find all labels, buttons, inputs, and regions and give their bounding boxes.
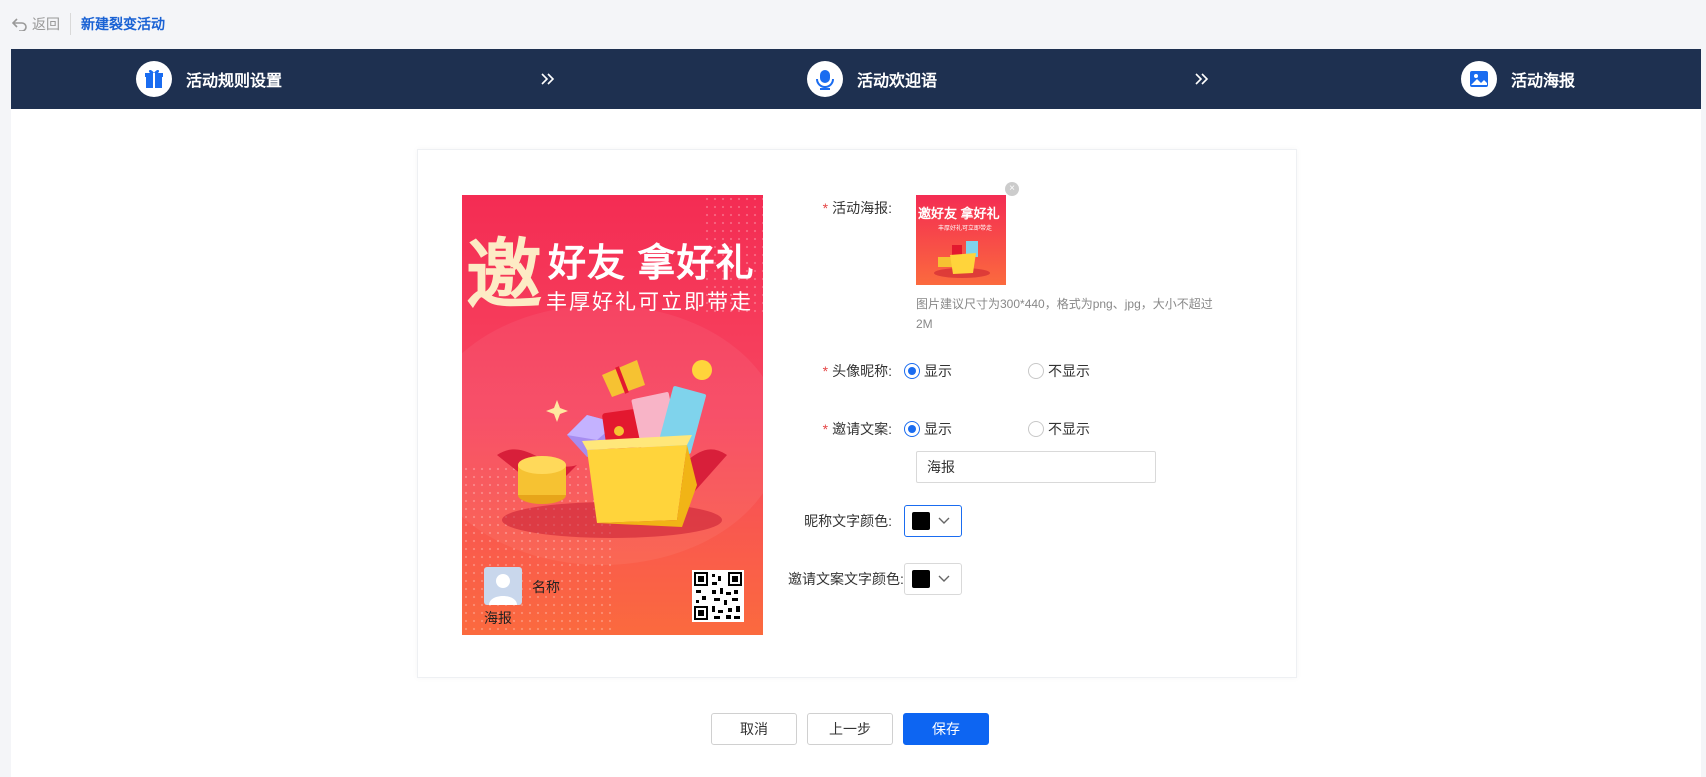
image-icon <box>1470 71 1488 87</box>
poster-image-hint: 图片建议尺寸为300*440，格式为png、jpg，大小不超过2M <box>916 297 1213 331</box>
color-swatch <box>912 512 930 530</box>
main-content: 邀 好友 拿好礼 丰厚好礼可立即带走 名称 海报 * 活动海报: 邀好友 拿好礼… <box>11 109 1701 777</box>
invite-text-label: * 邀请文案: <box>822 421 892 437</box>
avatar <box>484 567 522 605</box>
poster-invite-char: 邀 <box>466 230 542 319</box>
step-bar: 活动规则设置 活动欢迎语 活动海报 <box>11 49 1701 109</box>
invite-color-picker[interactable] <box>904 563 962 595</box>
radio-dot <box>1028 363 1044 379</box>
nick-color-picker[interactable] <box>904 505 962 537</box>
gift-box-illustration <box>497 360 727 538</box>
step-rules[interactable]: 活动规则设置 <box>136 49 282 109</box>
chevron-down-icon <box>938 575 950 582</box>
color-swatch <box>912 570 930 588</box>
avatar-hide-radio[interactable]: 不显示 <box>1028 361 1090 381</box>
invite-color-row: 邀请文案文字颜色: <box>788 563 962 595</box>
save-button[interactable]: 保存 <box>903 713 989 745</box>
cancel-button[interactable]: 取消 <box>711 713 797 745</box>
poster-subheadline: 丰厚好礼可立即带走 <box>546 291 753 314</box>
poster-thumbnail[interactable]: 邀好友 拿好礼 丰厚好礼可立即带走 <box>916 195 1006 285</box>
back-label: 返回 <box>32 16 60 32</box>
invite-color-label: 邀请文案文字颜色: <box>788 571 904 587</box>
step-label: 活动欢迎语 <box>857 73 938 90</box>
radio-dot <box>904 363 920 379</box>
page-title: 新建裂变活动 <box>81 16 165 32</box>
back-arrow-icon <box>12 18 27 31</box>
chevron-double-right-icon <box>541 49 555 109</box>
chevron-double-right-icon <box>1195 49 1209 109</box>
step-label: 活动规则设置 <box>186 73 283 90</box>
invite-hide-radio[interactable]: 不显示 <box>1028 419 1090 439</box>
qr-code <box>692 570 744 622</box>
invite-text-row: * 邀请文案: 显示 不显示 <box>788 419 1166 439</box>
poster-invite-text: 海报 <box>484 610 512 626</box>
action-buttons: 取消 上一步 保存 <box>711 713 999 745</box>
invite-show-radio[interactable]: 显示 <box>904 419 952 439</box>
poster-headline: 好友 拿好礼 <box>548 243 755 285</box>
poster-settings-card: 邀 好友 拿好礼 丰厚好礼可立即带走 名称 海报 * 活动海报: 邀好友 拿好礼… <box>417 149 1297 678</box>
top-bar: 返回 新建裂变活动 <box>0 0 1706 48</box>
prev-step-button[interactable]: 上一步 <box>807 713 893 745</box>
avatar-nickname-row: * 头像昵称: 显示 不显示 <box>788 361 1166 381</box>
radio-dot <box>904 421 920 437</box>
thumb-headline: 邀好友 拿好礼 <box>918 206 1000 221</box>
nick-color-label: 昵称文字颜色: <box>804 513 892 529</box>
chevron-down-icon <box>938 517 950 524</box>
poster-image-row: * 活动海报: <box>788 198 904 218</box>
avatar-nickname-label: * 头像昵称: <box>822 363 892 379</box>
poster-preview: 邀 好友 拿好礼 丰厚好礼可立即带走 名称 海报 <box>462 195 763 635</box>
poster-form: * 活动海报: 邀好友 拿好礼 丰厚好礼可立即带走 × 图片建议尺寸为300*44… <box>788 150 1288 679</box>
avatar-show-radio[interactable]: 显示 <box>904 361 952 381</box>
gift-icon <box>145 69 163 88</box>
divider <box>70 13 71 35</box>
thumb-subheadline: 丰厚好礼可立即带走 <box>938 226 993 232</box>
user-avatar-icon <box>489 574 517 605</box>
step-welcome[interactable]: 活动欢迎语 <box>807 49 937 109</box>
step-icon-circle <box>136 61 172 97</box>
microphone-icon <box>816 70 834 90</box>
invite-text-input[interactable]: 海报 <box>916 451 1156 483</box>
remove-image-button[interactable]: × <box>1005 182 1019 196</box>
qr-code-icon <box>694 572 742 620</box>
back-button[interactable]: 返回 <box>12 14 60 34</box>
step-label: 活动海报 <box>1511 73 1576 90</box>
step-icon-circle <box>807 61 843 97</box>
radio-dot <box>1028 421 1044 437</box>
nick-color-row: 昵称文字颜色: <box>788 505 962 537</box>
step-poster[interactable]: 活动海报 <box>1461 49 1575 109</box>
poster-image-label: * 活动海报: <box>822 200 892 216</box>
step-icon-circle <box>1461 61 1497 97</box>
poster-nickname: 名称 <box>532 579 560 595</box>
thumb-gift-illustration <box>934 241 990 278</box>
